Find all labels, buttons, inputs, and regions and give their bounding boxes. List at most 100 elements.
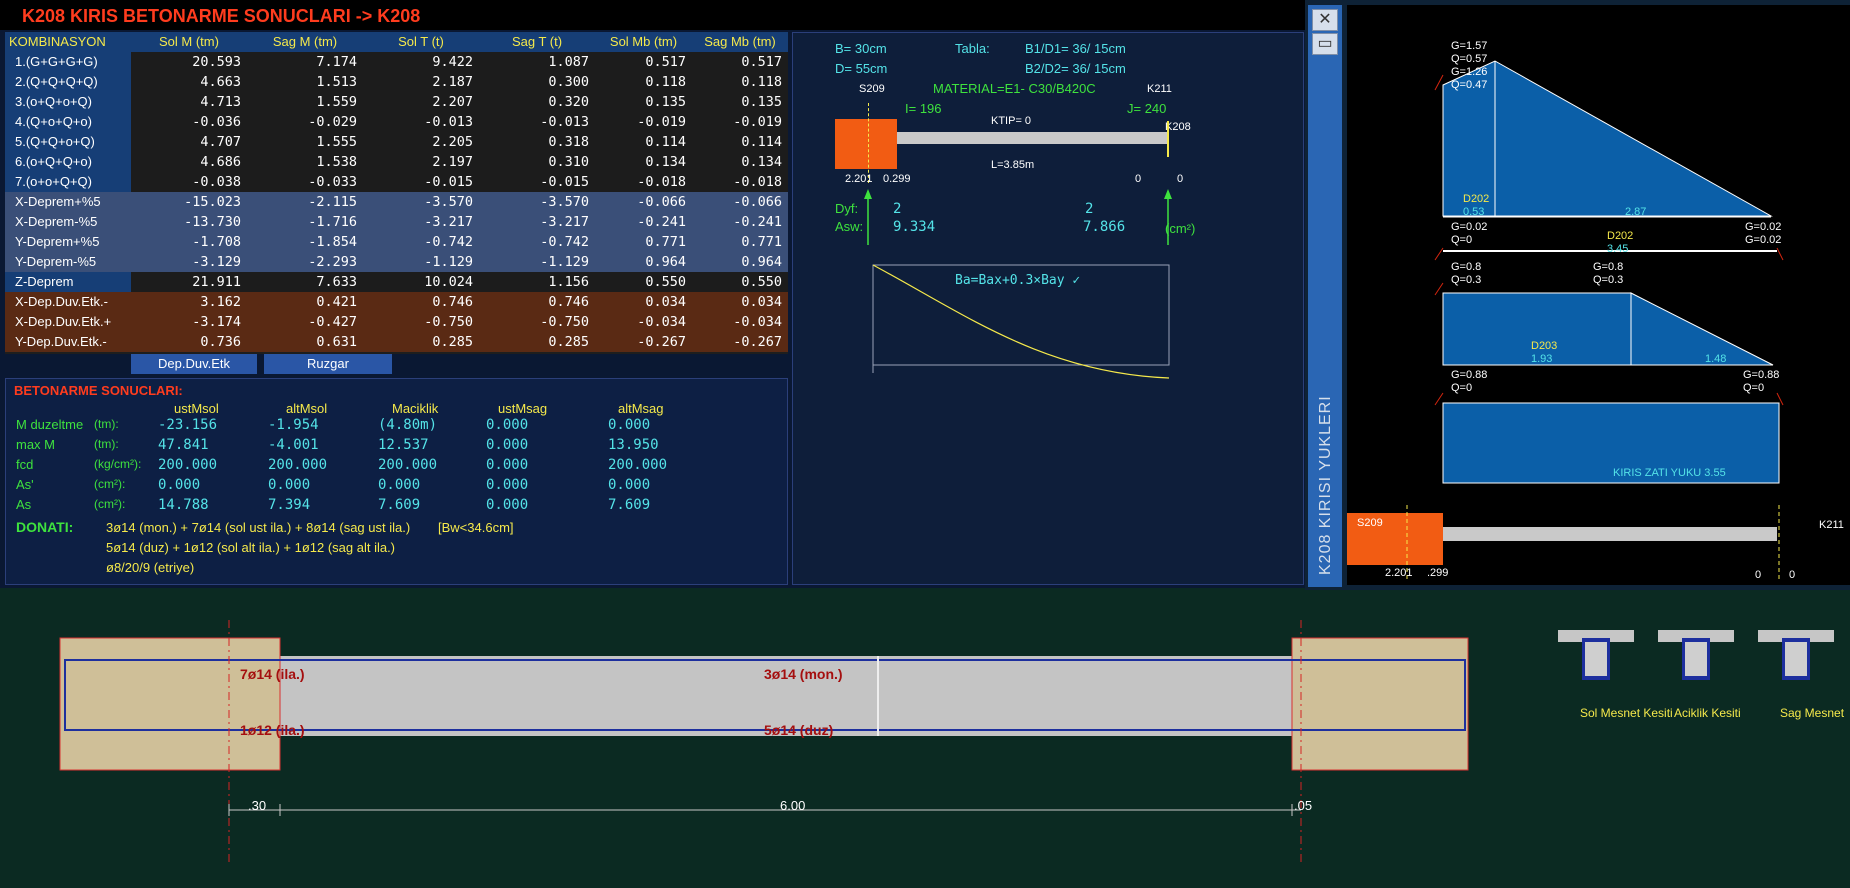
restore-button[interactable]: ▭ <box>1312 33 1338 55</box>
table-cell: 0.034 <box>645 294 686 310</box>
table-cell: -0.241 <box>637 214 686 230</box>
table-cell: 0.964 <box>645 254 686 270</box>
table-cell: 0.114 <box>645 134 686 150</box>
table-cell: 0.771 <box>741 234 782 250</box>
header-sol-m: Sol M (tm) <box>131 32 247 52</box>
load-label-6: 0.53 <box>1463 206 1485 218</box>
close-button[interactable]: ✕ <box>1312 9 1338 31</box>
title-bar: K208 KIRIS BETONARME SONUCLARI -> K208 <box>0 0 1305 30</box>
header-sag-m: Sag M (tm) <box>247 32 363 52</box>
beton-cell: 200.000 <box>158 457 218 473</box>
row-label: 1.(G+G+G+G) <box>5 52 131 72</box>
donati-line-1: 3ø14 (mon.) + 7ø14 (sol ust ila.) + 8ø14… <box>106 520 411 535</box>
loads-diagram: G=1.57 Q=0.57 G=1.26 Q=0.47 D202 0.53 2.… <box>1347 5 1850 585</box>
section-label-left: Sol Mesnet Kesiti <box>1580 706 1673 720</box>
table-cell: 0.135 <box>645 94 686 110</box>
load-label-21: G=0.88 <box>1451 369 1488 381</box>
row-label: 3.(o+Q+o+Q) <box>5 92 131 112</box>
table-cell: 3.162 <box>200 294 241 310</box>
tab-ruzgar[interactable]: Ruzgar <box>264 354 392 374</box>
row-label: 4.(Q+o+Q+o) <box>5 112 131 132</box>
right-shear-arrowhead <box>1164 189 1172 199</box>
table-cell: -0.742 <box>540 234 589 250</box>
table-cell: 2.187 <box>432 74 473 90</box>
table-cell: -1.129 <box>424 254 473 270</box>
table-cell: -2.115 <box>308 194 357 210</box>
table-cell: 0.134 <box>645 154 686 170</box>
left-shear-arrowhead <box>864 189 872 199</box>
load-label-7: 2.87 <box>1625 206 1647 218</box>
load-label-17: Q=0.3 <box>1593 274 1624 286</box>
table-cell: 4.686 <box>200 154 241 170</box>
load-label-16: G=0.8 <box>1593 261 1624 273</box>
loads-beam-bar <box>1443 527 1777 541</box>
table-cell: -0.034 <box>637 314 686 330</box>
close-icon: ✕ <box>1318 11 1332 28</box>
table-cell: 0.771 <box>645 234 686 250</box>
load-block-d202 <box>1442 60 1773 217</box>
beton-row-label: As' <box>16 477 34 492</box>
moment-note: Ba=Bax+0.3×Bay ✓ <box>955 273 1081 288</box>
load-label-25: KIRIS ZATI YUKU 3.55 <box>1613 467 1726 479</box>
beton-cell: 0.000 <box>608 417 651 433</box>
rebar-top-mid: 3ø14 (mon.) <box>764 666 843 682</box>
beton-row-label: As <box>16 497 32 512</box>
table-row: Z-Deprem 21.911 7.633 10.024 1.156 0.550 0.550 <box>5 272 788 292</box>
rebar-top-left: 7ø14 (ila.) <box>240 666 305 682</box>
table-cell: 2.207 <box>432 94 473 110</box>
table-cell: 7.633 <box>316 274 357 290</box>
beton-cell: 0.000 <box>268 477 311 493</box>
table-cell: -0.241 <box>733 214 782 230</box>
row-label: 7.(o+o+Q+Q) <box>5 172 131 192</box>
beton-row-unit: (kg/cm²): <box>94 457 142 471</box>
load-block-self-weight <box>1442 402 1780 484</box>
load-label-14: G=0.8 <box>1451 261 1482 273</box>
beton-cell: 0.000 <box>486 477 529 493</box>
table-cell: -0.013 <box>424 114 473 130</box>
table-cell: -3.129 <box>192 254 241 270</box>
load-label-23: G=0.88 <box>1743 369 1780 381</box>
betonarme-title: BETONARME SONUCLARI: <box>14 383 183 398</box>
table-cell: 2.205 <box>432 134 473 150</box>
row-label: X-Deprem+%5 <box>5 192 131 212</box>
row-label: 2.(Q+Q+Q+Q) <box>5 72 131 92</box>
row-label: X-Deprem-%5 <box>5 212 131 232</box>
loads-left-col: S209 <box>1357 517 1383 529</box>
table-cell: 0.135 <box>741 94 782 110</box>
table-cell: 0.114 <box>741 134 782 150</box>
table-cell: 4.663 <box>200 74 241 90</box>
table-row: X-Deprem-%5 -13.730 -1.716 -3.217 -3.217 -0.2… <box>5 212 788 232</box>
table-cell: -0.018 <box>733 174 782 190</box>
table-cell: -0.013 <box>540 114 589 130</box>
dim-left: .30 <box>248 798 267 813</box>
betonarme-results: BETONARME SONUCLARI: ustMsol altMsol Mac… <box>5 378 788 585</box>
row-label: 6.(o+Q+Q+o) <box>5 152 131 172</box>
table-row: X-Deprem+%5 -15.023 -2.115 -3.570 -3.570 -0.0… <box>5 192 788 212</box>
table-cell: 1.513 <box>316 74 357 90</box>
window-title: K208 KIRIS BETONARME SONUCLARI -> K208 <box>22 6 421 26</box>
loads-dim-2: .299 <box>1427 567 1449 579</box>
table-cell: 0.118 <box>645 74 686 90</box>
load-label-19: 1.93 <box>1531 353 1553 365</box>
right-support <box>1291 637 1469 771</box>
load-block-d203-right <box>1630 292 1774 366</box>
load-label-15: Q=0.3 <box>1451 274 1482 286</box>
table-cell: 10.024 <box>424 274 473 290</box>
beton-cell: 0.000 <box>158 477 201 493</box>
table-row: 6.(o+Q+Q+o) 4.686 1.538 2.197 0.310 0.134 0.13… <box>5 152 788 172</box>
table-row: X-Dep.Duv.Etk.+ -3.174 -0.427 -0.750 -0.750 -… <box>5 312 788 332</box>
table-cell: -1.129 <box>540 254 589 270</box>
table-cell: 0.550 <box>741 274 782 290</box>
tab-dep-duv-etk[interactable]: Dep.Duv.Etk <box>131 354 257 374</box>
table-cell: -0.015 <box>424 174 473 190</box>
load-label-10: G=0.02 <box>1745 221 1782 233</box>
col-header-altmsol: altMsol <box>286 401 328 416</box>
row-label: Y-Dep.Duv.Etk.- <box>5 332 131 352</box>
load-label-3: G=1.26 <box>1451 66 1488 78</box>
beton-row-label: max M <box>16 437 55 452</box>
table-cell: 1.087 <box>548 54 589 70</box>
rebar-bottom-left: 1ø12 (ila.) <box>240 722 305 738</box>
table-cell: 4.713 <box>200 94 241 110</box>
load-label-9: Q=0 <box>1451 234 1473 246</box>
table-cell: -1.708 <box>192 234 241 250</box>
